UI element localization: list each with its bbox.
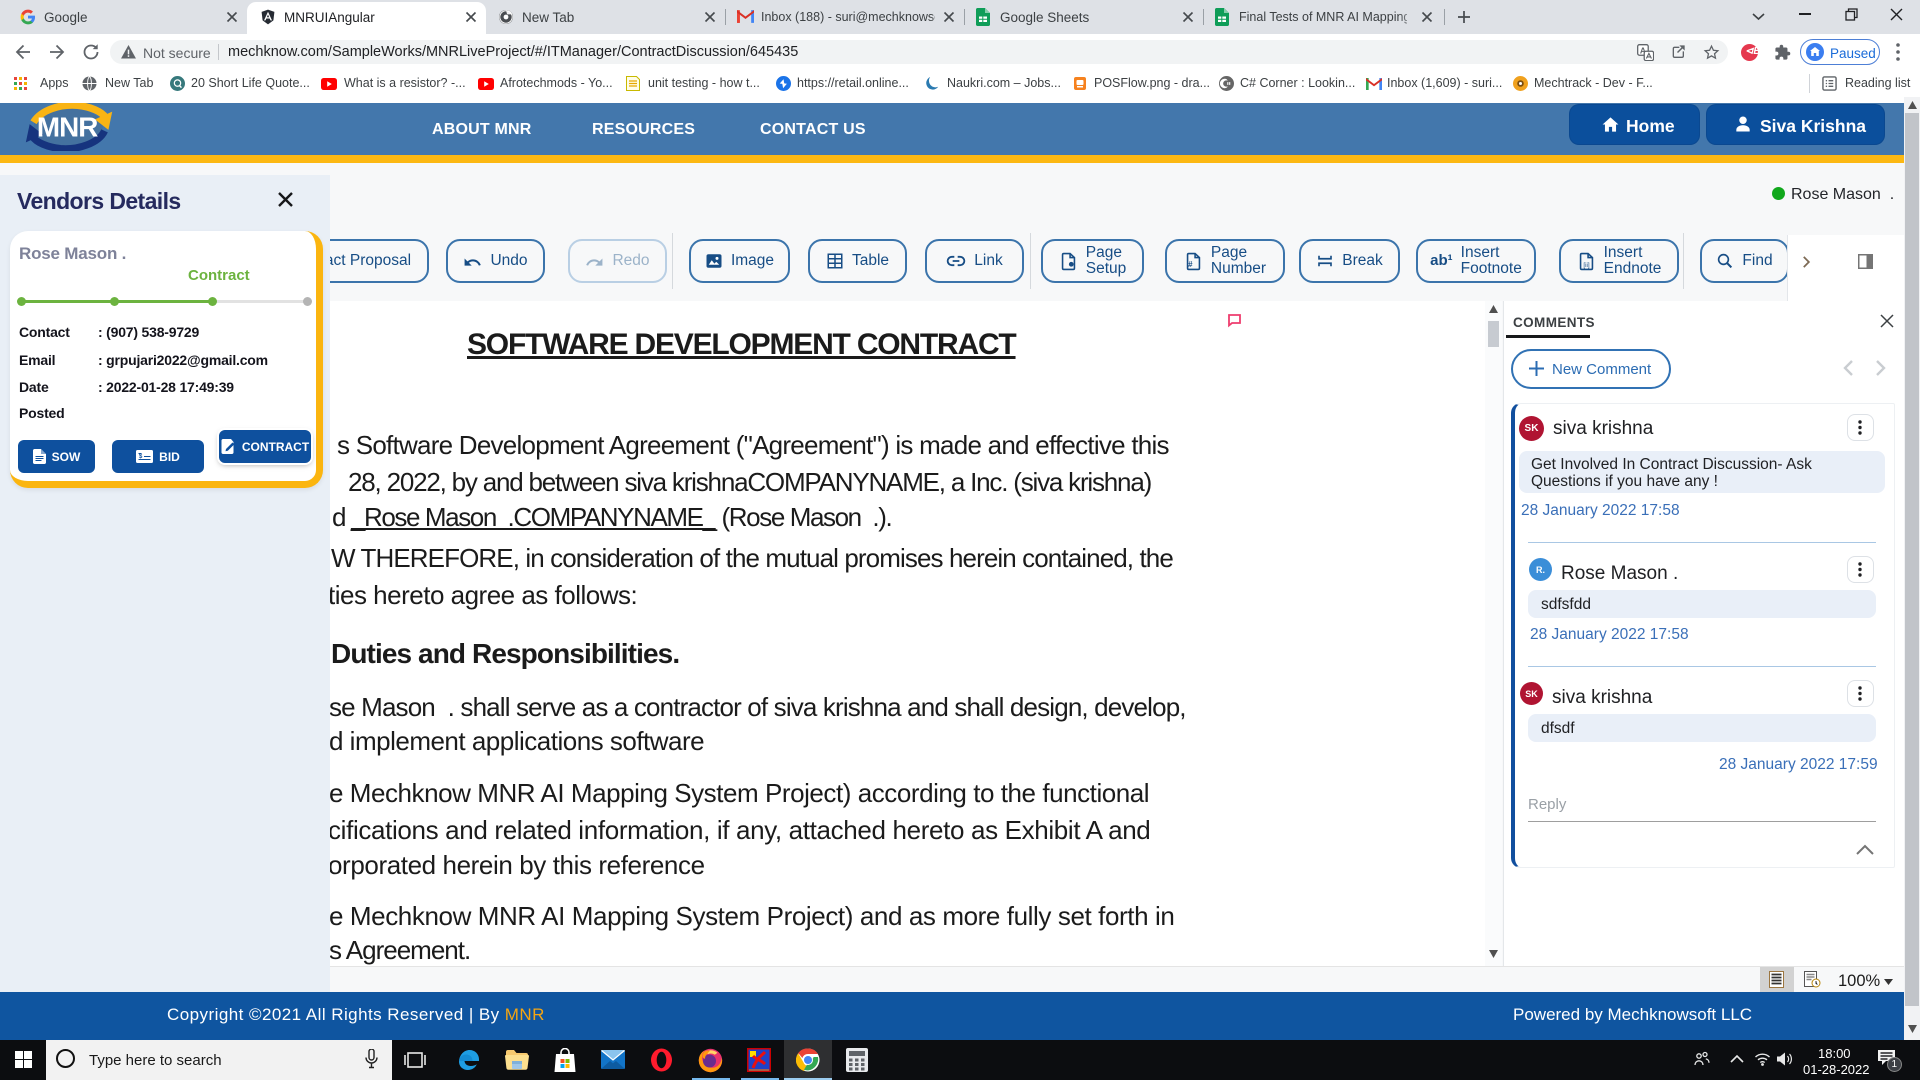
svg-text:[ii]: [ii] bbox=[1583, 262, 1590, 269]
svg-text:MNR: MNR bbox=[37, 112, 98, 143]
svg-text:#: # bbox=[1188, 260, 1193, 269]
